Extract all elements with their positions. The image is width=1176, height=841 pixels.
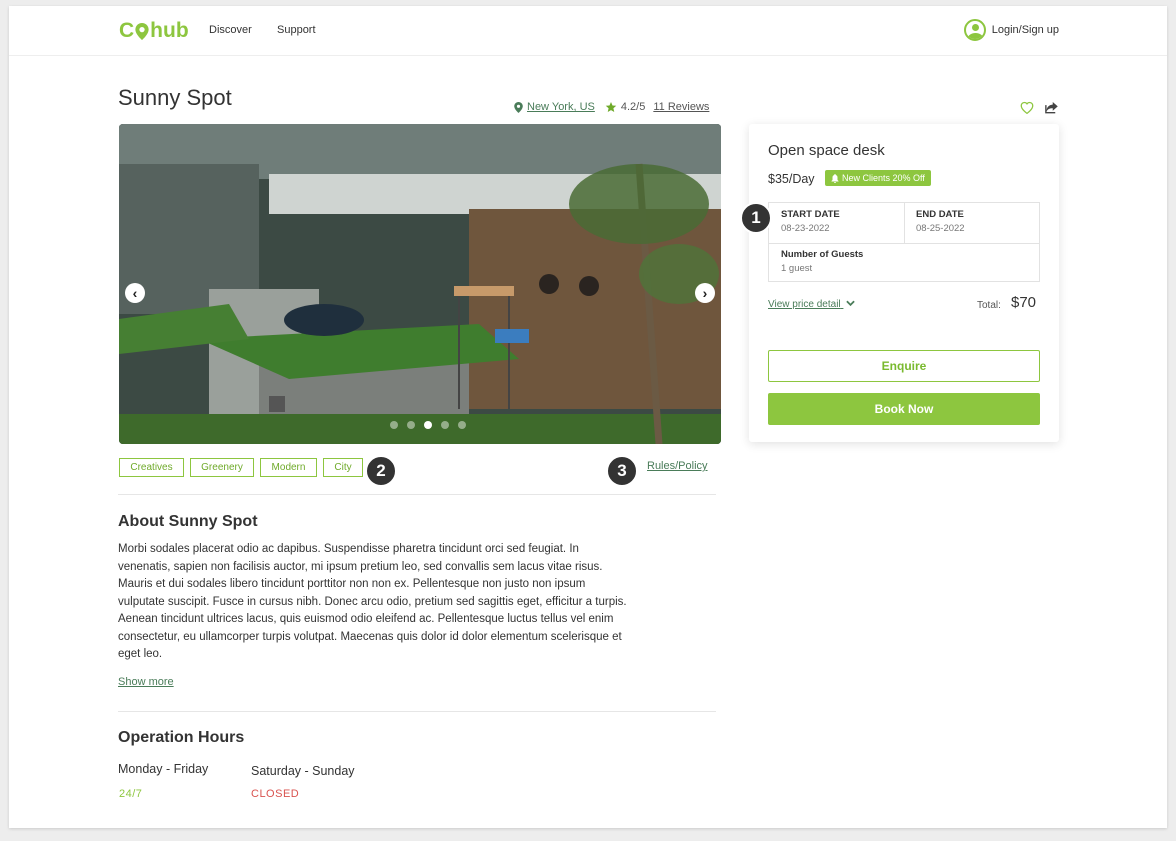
about-line: vulputate suscipit. Fusce in cursus nibh…	[118, 595, 627, 608]
gallery-photo	[119, 124, 721, 444]
show-more-link[interactable]: Show more	[118, 676, 174, 688]
end-date-value: 08-25-2022	[916, 223, 965, 234]
start-date-value: 08-23-2022	[781, 223, 830, 234]
booking-title: Open space desk	[768, 142, 885, 159]
reviews-link[interactable]: 11 Reviews	[653, 101, 709, 113]
about-heading: About Sunny Spot	[118, 513, 258, 530]
gallery-dot[interactable]	[407, 421, 415, 429]
page-frame: C hub Discover Support Login/Sign up Sun…	[9, 6, 1167, 828]
logo-text-left: C	[119, 19, 135, 42]
nav-discover[interactable]: Discover	[209, 24, 252, 36]
rating-value: 4.2/5	[620, 101, 646, 113]
about-line: Morbi sodales placerat odio ac dapibus. …	[118, 543, 579, 555]
divider	[118, 494, 716, 495]
total-value: $70	[1011, 294, 1037, 311]
gallery-dot[interactable]	[441, 421, 449, 429]
gallery-next-arrow[interactable]: ›	[695, 283, 715, 303]
page-title: Sunny Spot	[118, 85, 232, 110]
callout-badge-1: 1	[740, 202, 772, 234]
nav-support[interactable]: Support	[277, 24, 316, 36]
rules-policy-link[interactable]: Rules/Policy	[647, 460, 708, 472]
start-date-field[interactable]: START DATE 08-23-2022	[769, 203, 904, 240]
end-date-label: END DATE	[916, 209, 964, 220]
cohub-logo[interactable]: C hub	[119, 19, 189, 43]
weekend-status: CLOSED	[251, 788, 300, 800]
gallery-dot-active[interactable]	[424, 421, 432, 429]
view-price-detail-link[interactable]: View price detail	[768, 299, 856, 310]
weekday-hours: 24/7	[119, 788, 143, 800]
bell-icon	[831, 173, 839, 183]
location-pin-icon	[514, 101, 523, 113]
guests-field[interactable]: Number of Guests 1 guest	[769, 243, 1039, 280]
promo-badge: New Clients 20% Off	[825, 170, 931, 186]
operation-hours-heading: Operation Hours	[118, 729, 245, 746]
tag-creatives[interactable]: Creatives	[119, 458, 184, 477]
user-icon	[963, 19, 986, 41]
guests-label: Number of Guests	[781, 249, 864, 260]
listing-meta: New York, US 4.2/5 11 Reviews	[514, 101, 709, 113]
callout-badge-2: 2	[365, 455, 397, 487]
star-icon	[605, 102, 617, 112]
gallery-dot[interactable]	[390, 421, 398, 429]
tag-list: Creatives Greenery Modern City	[119, 458, 363, 477]
location-link[interactable]: New York, US	[527, 101, 595, 113]
start-date-label: START DATE	[781, 209, 840, 220]
guests-value: 1 guest	[781, 263, 813, 274]
top-navbar: C hub Discover Support Login/Sign up	[9, 6, 1167, 56]
login-signup-button[interactable]: Login/Sign up	[963, 19, 1059, 41]
end-date-field[interactable]: END DATE 08-25-2022	[904, 203, 1039, 240]
logo-text-right: hub	[150, 19, 189, 42]
about-description: Morbi sodales placerat odio ac dapibus. …	[118, 541, 698, 664]
price-per-day: $35/Day	[768, 172, 815, 186]
weekday-label: Monday - Friday	[118, 762, 209, 776]
heart-icon[interactable]	[1019, 100, 1035, 114]
booking-form: START DATE 08-23-2022 END DATE 08-25-202…	[768, 202, 1040, 282]
total-label: Total:	[977, 300, 1001, 311]
about-line: venenatis, sapien non facilisis auctor, …	[118, 560, 603, 573]
about-line: Mauris et dui sodales libero tincidunt p…	[118, 578, 586, 590]
enquire-button[interactable]: Enquire	[768, 350, 1040, 382]
booking-card: Open space desk $35/Day New Clients 20% …	[749, 124, 1059, 442]
tag-city[interactable]: City	[323, 458, 363, 477]
about-line: Aenean tincidunt ultrices lacus, quis eu…	[118, 613, 614, 625]
view-price-detail-label: View price detail	[768, 299, 841, 310]
promo-label: New Clients 20% Off	[842, 173, 925, 183]
divider	[118, 711, 716, 712]
chevron-down-icon	[846, 300, 856, 307]
weekend-label: Saturday - Sunday	[251, 764, 355, 778]
location-pin-icon	[135, 22, 149, 40]
about-line: consectetur, eu ullamcorper turpis volut…	[118, 630, 622, 643]
callout-badge-3: 3	[606, 455, 638, 487]
login-signup-label: Login/Sign up	[991, 24, 1059, 36]
tag-modern[interactable]: Modern	[260, 458, 317, 477]
tag-greenery[interactable]: Greenery	[190, 458, 254, 477]
gallery-dot[interactable]	[458, 421, 466, 429]
about-line: eget leo.	[118, 648, 163, 660]
photo-gallery: ‹ ›	[119, 124, 721, 444]
book-now-button[interactable]: Book Now	[768, 393, 1040, 425]
gallery-prev-arrow[interactable]: ‹	[125, 283, 145, 303]
share-icon[interactable]	[1044, 100, 1059, 114]
gallery-dots	[390, 421, 466, 429]
